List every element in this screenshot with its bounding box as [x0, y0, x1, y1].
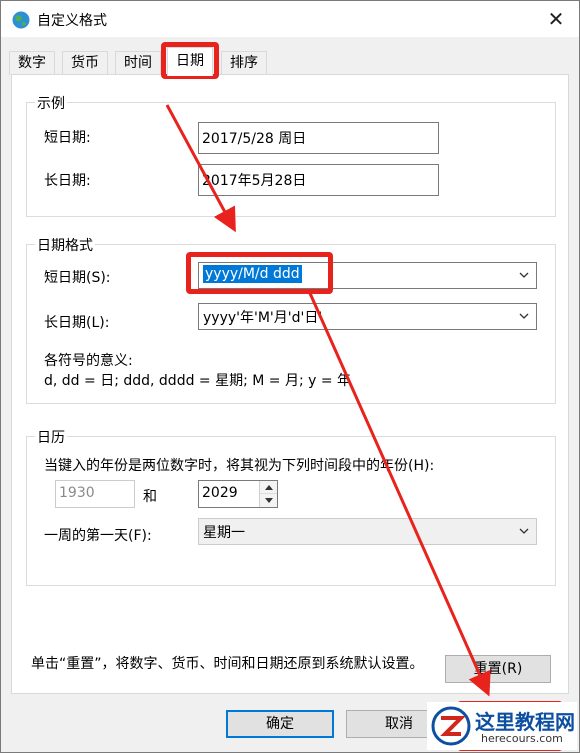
example-long-label: 长日期:	[44, 173, 91, 189]
watermark: 这里教程网 herecours.com	[427, 702, 577, 750]
close-button[interactable]: ✕	[543, 7, 569, 31]
spin-up-button[interactable]	[260, 481, 277, 494]
close-icon: ✕	[547, 7, 565, 31]
site-logo-icon	[431, 706, 471, 746]
symbol-meaning-title: 各符号的意义:	[44, 353, 133, 369]
first-day-value: 星期一	[203, 525, 245, 541]
tab-time[interactable]: 时间	[115, 51, 161, 75]
long-date-combo[interactable]: yyyy'年'M'月'd'日'	[198, 303, 537, 330]
first-day-label: 一周的第一天(F):	[44, 528, 152, 544]
tab-currency[interactable]: 货币	[62, 51, 108, 75]
ok-button[interactable]: 确定	[226, 710, 334, 738]
tab-strip: 数字 货币 时间 日期 排序	[9, 47, 569, 76]
long-date-value: yyyy'年'M'月'd'日'	[203, 310, 323, 326]
tab-number[interactable]: 数字	[9, 51, 55, 75]
reset-note: 单击“重置”，将数字、货币、时间和日期还原到系统默认设置。	[31, 656, 424, 672]
date-format-group-title: 日期格式	[35, 235, 95, 255]
example-short-label: 短日期:	[44, 130, 91, 146]
title-bar: 自定义格式 ✕	[1, 1, 579, 37]
example-short-value: 2017/5/28 周日	[198, 122, 439, 154]
chevron-down-icon[interactable]	[518, 269, 530, 281]
calendar-group: 日历 当键入的年份是两位数字时，将其视为下列时间段中的年份(H): 1930 和…	[26, 427, 556, 586]
two-digit-year-text: 当键入的年份是两位数字时，将其视为下列时间段中的年份(H):	[44, 458, 435, 474]
tab-panel-date: 示例 短日期: 2017/5/28 周日 长日期: 2017年5月28日 日期格…	[11, 74, 569, 694]
chevron-down-icon[interactable]	[518, 310, 530, 322]
tab-sort[interactable]: 排序	[221, 51, 267, 75]
watermark-title: 这里教程网	[475, 710, 575, 734]
window-title: 自定义格式	[37, 13, 107, 29]
short-date-label: 短日期(S):	[44, 270, 111, 286]
annotation-box-short-date	[186, 252, 333, 294]
end-year-value: 2029	[202, 485, 238, 501]
first-day-combo[interactable]: 星期一	[198, 518, 537, 545]
examples-group: 示例 短日期: 2017/5/28 周日 长日期: 2017年5月28日	[26, 93, 556, 217]
chevron-down-icon[interactable]	[518, 525, 530, 537]
watermark-url: herecours.com	[481, 732, 563, 745]
spin-buttons	[259, 481, 277, 507]
calendar-group-title: 日历	[35, 427, 67, 447]
long-date-label: 长日期(L):	[44, 315, 110, 331]
examples-group-title: 示例	[35, 93, 67, 113]
and-label: 和	[143, 489, 157, 505]
spin-down-button[interactable]	[260, 494, 277, 507]
custom-format-dialog: 自定义格式 ✕ 数字 货币 时间 日期 排序 示例 短日期: 2017/5/28…	[0, 0, 580, 753]
end-year-spinner[interactable]: 2029	[198, 480, 278, 508]
triangle-down-icon	[265, 498, 273, 503]
reset-button[interactable]: 重置(R)	[445, 655, 551, 683]
triangle-up-icon	[265, 485, 273, 490]
start-year-field: 1930	[55, 480, 135, 508]
globe-clock-icon	[12, 11, 30, 29]
symbol-meaning-text: d, dd = 日; ddd, dddd = 星期; M = 月; y = 年	[44, 373, 352, 389]
example-long-value: 2017年5月28日	[198, 164, 439, 196]
tab-date[interactable]: 日期	[167, 47, 213, 76]
